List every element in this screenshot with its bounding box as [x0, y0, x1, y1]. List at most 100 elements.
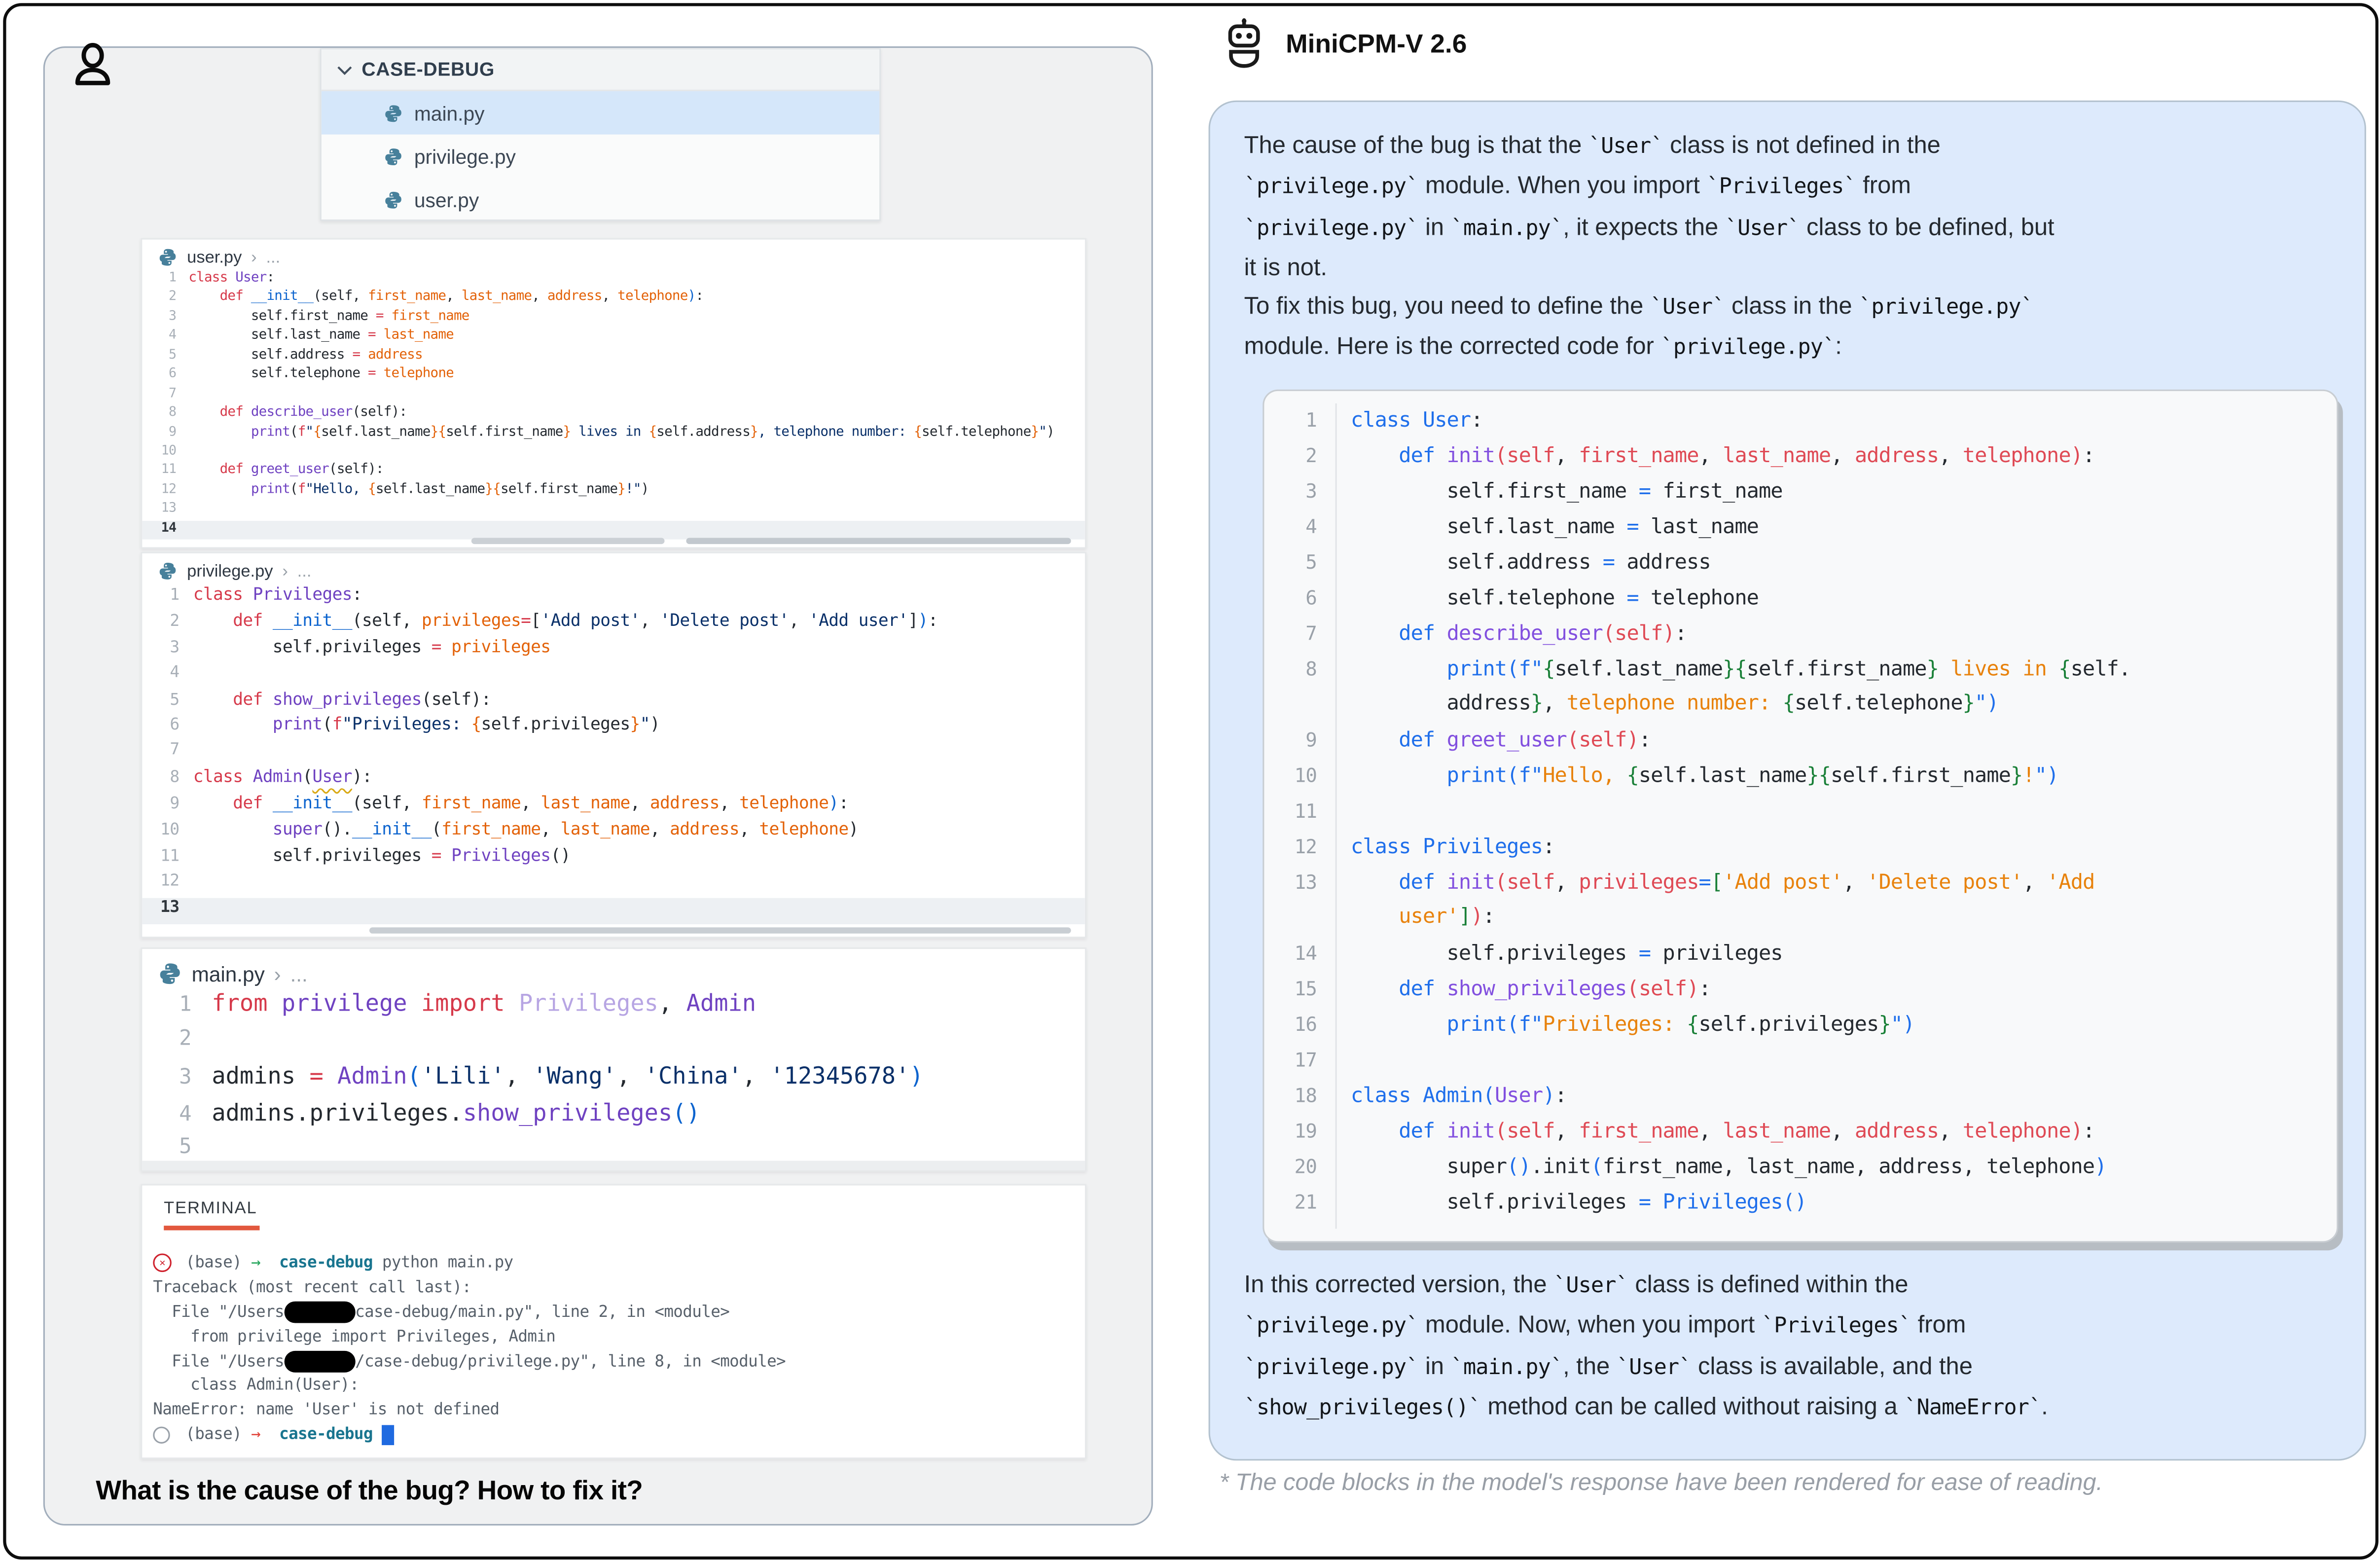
horizontal-scrollbar[interactable] — [471, 538, 665, 545]
breadcrumb-filename: privilege.py — [187, 562, 273, 581]
breadcrumb-filename: main.py — [192, 962, 265, 985]
code-line: 2 def __init__(self, privileges=['Add po… — [142, 610, 1085, 636]
terminal-panel[interactable]: TERMINAL (base) → case-debug python main… — [141, 1184, 1086, 1459]
code-line: 8class Admin(User): — [142, 767, 1085, 793]
code-line: 4admins.privileges.show_privileges() — [142, 1098, 1085, 1135]
python-icon — [383, 146, 403, 166]
errx-icon — [153, 1253, 172, 1272]
terminal-line: class Admin(User): — [153, 1373, 1079, 1398]
code-line: 5 def show_privileges(self): — [142, 689, 1085, 715]
code-line: 9 def __init__(self, first_name, last_na… — [142, 793, 1085, 819]
model-response-bubble: The cause of the bug is that the `User` … — [1209, 101, 2366, 1461]
code-line: 3 self.first_name = first_name — [142, 309, 1085, 328]
answer-outro: In this corrected version, the `User` cl… — [1244, 1266, 2344, 1429]
circ-icon — [153, 1426, 170, 1443]
editor-main-py[interactable]: main.py › ... 1from privilege import Pri… — [141, 947, 1086, 1171]
code-line: 1class User: — [1264, 408, 2337, 443]
code-line: 5 self.address = address — [1264, 550, 2337, 586]
file-item-privilege.py[interactable]: privilege.py — [322, 135, 879, 178]
python-icon — [158, 561, 178, 581]
editor-user-py[interactable]: user.py › ... 1class User:2 def __init__… — [141, 238, 1086, 549]
horizontal-scrollbar[interactable] — [369, 927, 1071, 934]
code-line: 4 self.last_name = last_name — [142, 328, 1085, 347]
redact-icon — [284, 1301, 355, 1323]
footnote: * The code blocks in the model's respons… — [1220, 1470, 2103, 1497]
answer-intro: The cause of the bug is that the `User` … — [1244, 127, 2344, 369]
code-line: 21 self.privileges = Privileges() — [1264, 1190, 2337, 1226]
file-item-label: user.py — [414, 188, 479, 211]
code-line: 2 — [142, 1025, 1085, 1062]
code-line: 3admins = Admin('Lili', 'Wang', 'China',… — [142, 1062, 1085, 1098]
terminal-line: File "/Users/case-debug/privilege.py", l… — [153, 1348, 1079, 1373]
code-line: 2 def __init__(self, first_name, last_na… — [142, 290, 1085, 309]
terminal-line: File "/Userscase-debug/main.py", line 2,… — [153, 1300, 1079, 1324]
code-line: 13 — [142, 501, 1085, 520]
code-line: 2 def init(self, first_name, last_name, … — [1264, 443, 2337, 479]
breadcrumb: privilege.py › ... — [142, 553, 1085, 584]
code-line: 7 — [142, 386, 1085, 405]
code-line: 6 self.telephone = telephone — [1264, 586, 2337, 621]
code-line: 13 def init(self, privileges=['Add post'… — [1264, 870, 2337, 906]
file-item-user.py[interactable]: user.py — [322, 178, 879, 221]
terminal-line: NameError: name 'User' is not defined — [153, 1398, 1079, 1422]
code-line: 6 print(f"Privileges: {self.privileges}"… — [142, 715, 1085, 741]
terminal-line: Traceback (most recent call last): — [153, 1275, 1079, 1300]
code-line: 10 super().__init__(first_name, last_nam… — [142, 819, 1085, 845]
file-item-label: privilege.py — [414, 145, 516, 168]
code-line: 16 print(f"Privileges: {self.privileges}… — [1264, 1013, 2337, 1048]
python-icon — [383, 103, 403, 123]
code-line: 12 — [142, 872, 1085, 898]
editor-privilege-py[interactable]: privilege.py › ... 1class Privileges:2 d… — [141, 552, 1086, 938]
code-line: 4 self.last_name = last_name — [1264, 515, 2337, 550]
code-line: 20 super().init(first_name, last_name, a… — [1264, 1155, 2337, 1190]
breadcrumb-separator: › — [282, 562, 288, 581]
code-line: 7 — [142, 741, 1085, 767]
code-line: 10 print(f"Hello, {self.last_name}{self.… — [1264, 763, 2337, 799]
code-line: 1class Privileges: — [142, 584, 1085, 611]
code-line: 1class User: — [142, 270, 1085, 290]
python-icon — [158, 961, 182, 986]
rendered-code-block: 1class User:2 def init(self, first_name,… — [1262, 390, 2338, 1243]
breadcrumb-more: ... — [290, 962, 307, 985]
file-item-main.py[interactable]: main.py — [322, 91, 879, 135]
code-line: 14 — [142, 520, 1085, 540]
code-lines: 1class User:2 def init(self, first_name,… — [1264, 408, 2337, 1226]
code-line: 15 def show_privileges(self): — [1264, 977, 2337, 1013]
cursor-icon — [382, 1424, 394, 1445]
person-icon — [70, 42, 116, 110]
horizontal-scrollbar[interactable] — [686, 538, 1071, 545]
robot-icon — [1220, 17, 1269, 70]
file-explorer: CASE-DEBUG main.py privilege.py user.py — [320, 48, 881, 221]
breadcrumb-more: ... — [266, 248, 280, 267]
python-icon — [383, 189, 403, 210]
code-line: 12 print(f"Hello, {self.last_name}{self.… — [142, 482, 1085, 501]
code-line: 4 — [142, 662, 1085, 689]
code-line: 3 self.privileges = privileges — [142, 636, 1085, 662]
explorer-root-row[interactable]: CASE-DEBUG — [322, 49, 879, 91]
breadcrumb-separator: › — [251, 248, 257, 267]
code-line: 18class Admin(User): — [1264, 1084, 2337, 1119]
code-line: 17 — [1264, 1048, 2337, 1084]
code-line: 6 self.telephone = telephone — [142, 366, 1085, 386]
code-line: 19 def init(self, first_name, last_name,… — [1264, 1119, 2337, 1155]
terminal-line: from privilege import Privileges, Admin — [153, 1324, 1079, 1349]
code-line: 3 self.first_name = first_name — [1264, 479, 2337, 514]
code-line: 5 self.address = address — [142, 347, 1085, 366]
file-item-label: main.py — [414, 101, 485, 124]
code-line: 12class Privileges: — [1264, 835, 2337, 870]
code-line: user']): — [1264, 906, 2337, 941]
explorer-root-label: CASE-DEBUG — [361, 59, 495, 80]
code-line: 11 — [1264, 799, 2337, 835]
code-line: 8 def describe_user(self): — [142, 405, 1085, 424]
terminal-tab-underline — [164, 1226, 259, 1230]
code-line: 8 print(f"{self.last_name}{self.first_na… — [1264, 657, 2337, 692]
code-line: 13 — [142, 898, 1085, 924]
redact-icon — [284, 1350, 355, 1372]
terminal-tab-label[interactable]: TERMINAL — [164, 1199, 257, 1218]
question-text: What is the cause of the bug? How to fix… — [96, 1475, 643, 1507]
breadcrumb-separator: › — [274, 962, 281, 985]
terminal-line: (base) → case-debug python main.py — [153, 1250, 1079, 1275]
code-line: 1from privilege import Privileges, Admin — [142, 989, 1085, 1026]
code-line: 9 def greet_user(self): — [1264, 728, 2337, 763]
chevron-down-icon — [337, 64, 352, 75]
